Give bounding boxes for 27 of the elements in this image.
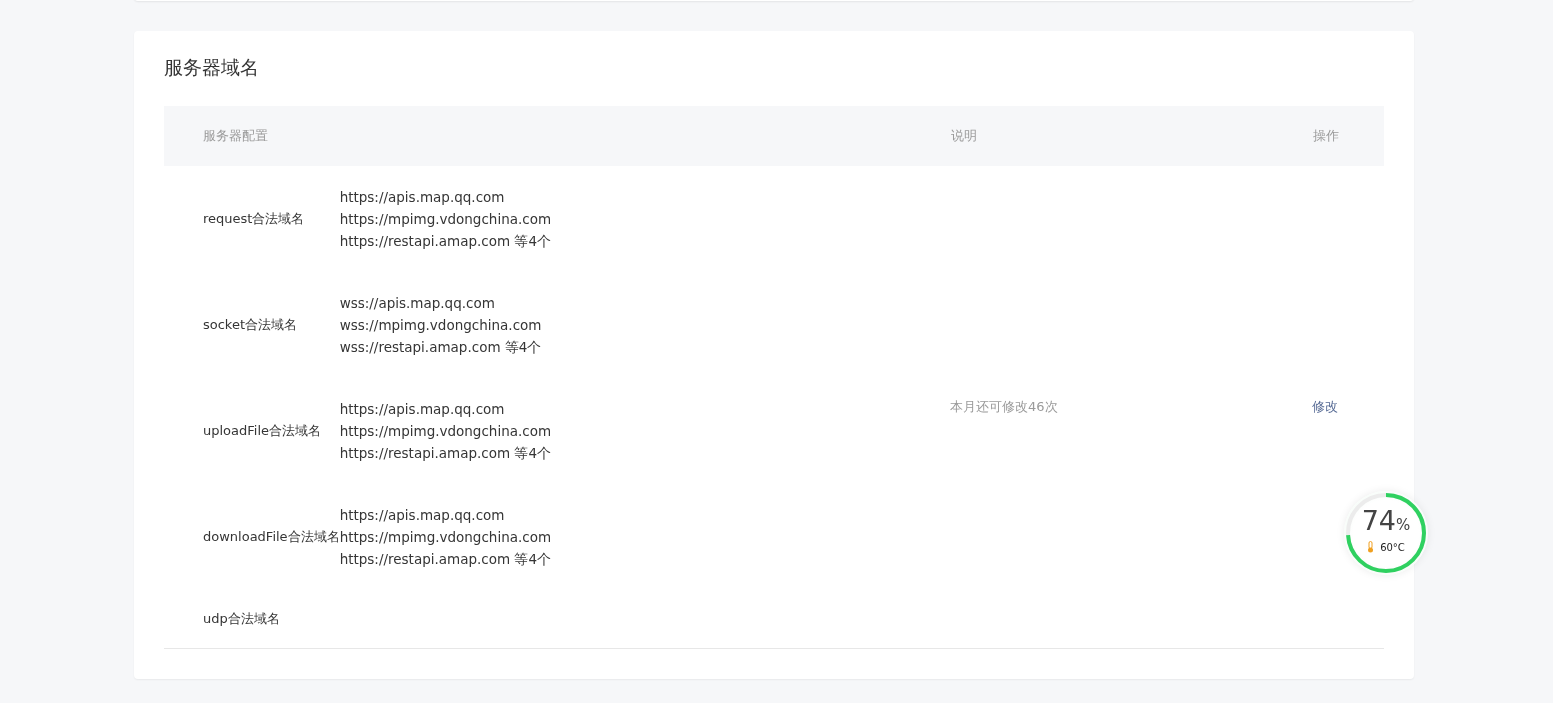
domain-url: https://apis.map.qq.com — [339, 401, 505, 417]
config-name: uploadFile合法域名 — [203, 423, 322, 438]
config-name: request合法域名 — [203, 211, 305, 226]
domain-url: https://mpimg.vdongchina.com — [339, 529, 552, 545]
thermometer-icon — [1367, 541, 1375, 553]
temperature-text: 60°C — [1380, 541, 1405, 553]
domain-url: https://apis.map.qq.com — [339, 189, 505, 205]
column-header: 说明 — [951, 128, 977, 143]
config-name: socket合法域名 — [203, 317, 298, 332]
config-name: udp合法域名 — [203, 611, 280, 626]
percent-unit: % — [1396, 516, 1411, 534]
column-header: 服务器配置 — [203, 128, 268, 143]
domain-url: https://mpimg.vdongchina.com — [339, 423, 552, 439]
percent-value: 74 — [1361, 505, 1397, 536]
domain-url: wss://mpimg.vdongchina.com — [339, 317, 542, 333]
edit-link[interactable]: 修改 — [1312, 399, 1338, 414]
domain-url: https://restapi.amap.com 等4个 — [339, 233, 552, 249]
domain-url: https://restapi.amap.com 等4个 — [339, 445, 552, 461]
domain-url: https://restapi.amap.com 等4个 — [339, 551, 552, 567]
description-text: 本月还可修改46次 — [950, 399, 1058, 414]
domain-url: wss://restapi.amap.com 等4个 — [339, 339, 542, 355]
config-name: downloadFile合法域名 — [203, 529, 340, 544]
domain-url: https://apis.map.qq.com — [339, 507, 505, 523]
section-title: 服务器域名 — [164, 55, 260, 80]
domain-url: https://mpimg.vdongchina.com — [339, 211, 552, 227]
domain-url: wss://apis.map.qq.com — [339, 295, 495, 311]
column-header: 操作 — [1313, 128, 1339, 143]
